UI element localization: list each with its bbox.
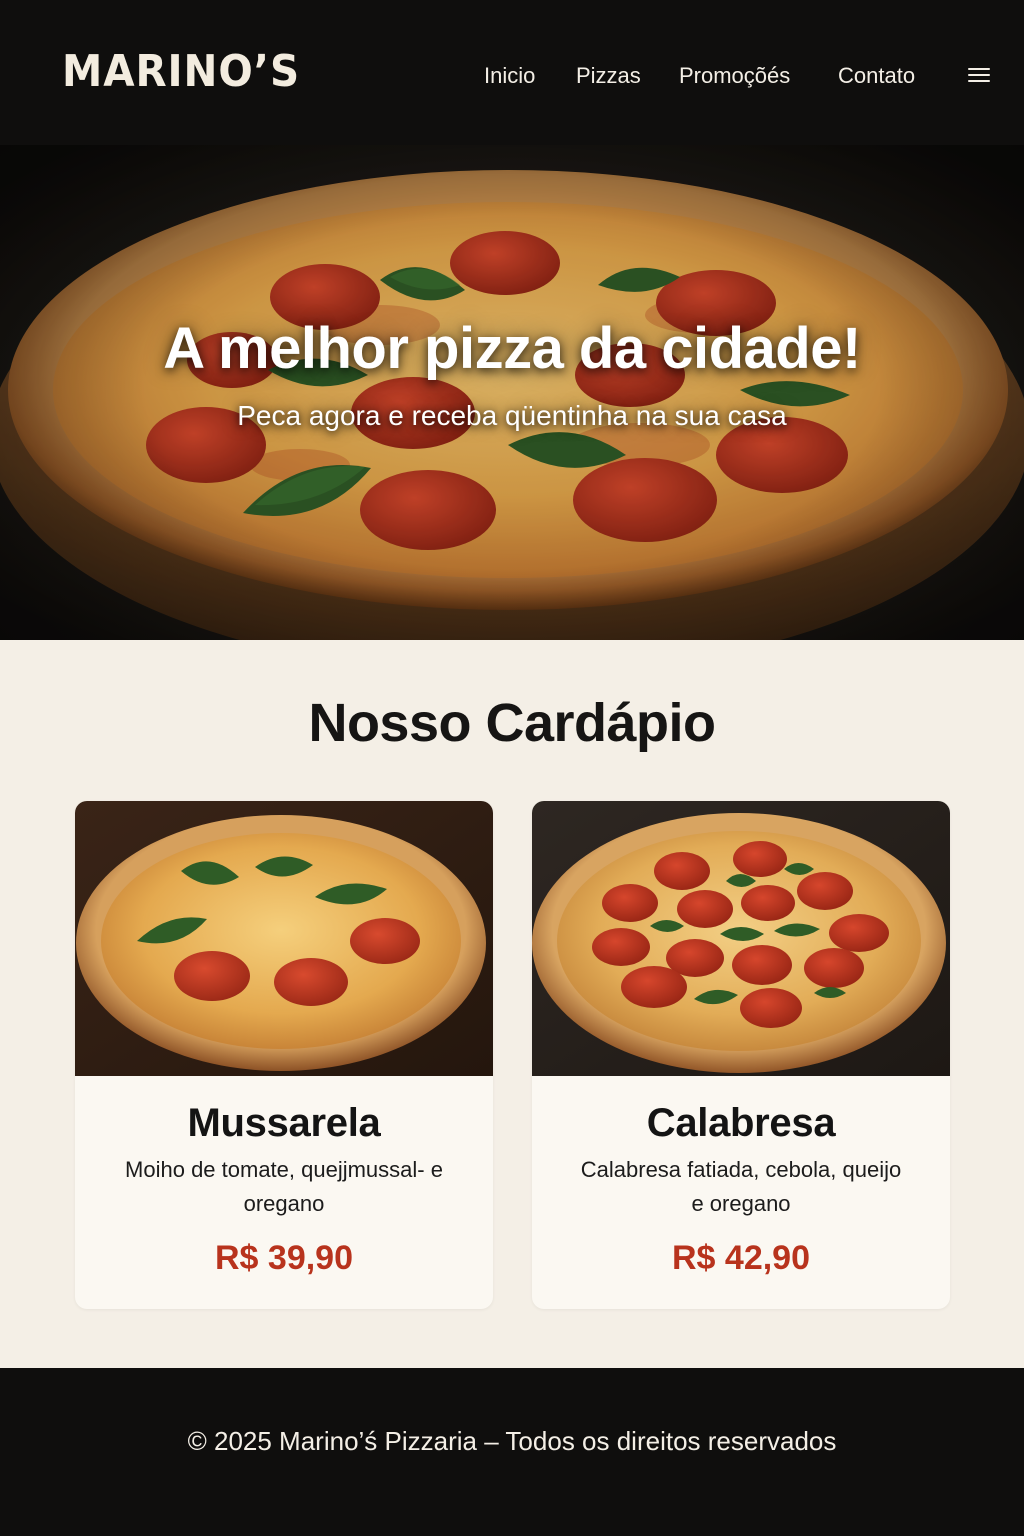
card-price: R$ 39,90 — [215, 1239, 353, 1277]
site-header: MARINO’S Inicio Pizzas Promoçõés Contato — [0, 0, 1024, 145]
hero-title: A melhor pizza da cidade! — [163, 316, 861, 381]
card-title: Mussarela — [187, 1101, 381, 1145]
nav-link-promocoes[interactable]: Promoçõés — [679, 60, 790, 92]
hero-pizza-image — [0, 145, 1024, 640]
nav-link-contato[interactable]: Contato — [838, 60, 915, 92]
calabresa-pizza-image — [532, 801, 950, 1076]
menu-card-mussarela[interactable]: Mussarela Moiho de tomate, quejjmussal- … — [75, 801, 493, 1309]
card-price: R$ 42,90 — [672, 1239, 810, 1277]
hamburger-icon[interactable] — [968, 64, 990, 86]
hero-subtitle: Peca agora e receba qüentinha na sua cas… — [237, 400, 787, 431]
site-footer: © 2025 Marino’ś Pizzaria – Todos os dire… — [0, 1368, 1024, 1536]
menu-section-title: Nosso Cardápio — [308, 693, 716, 753]
footer-copyright: © 2025 Marino’ś Pizzaria – Todos os dire… — [187, 1426, 837, 1456]
nav-link-pizzas[interactable]: Pizzas — [576, 60, 641, 92]
nav-link-inicio[interactable]: Inicio — [484, 60, 535, 92]
card-title: Calabresa — [646, 1101, 836, 1145]
mussarela-pizza-image — [75, 801, 493, 1076]
card-description: Moiho de tomate, quejjmussal- e oregano — [125, 1157, 443, 1216]
menu-card-calabresa[interactable]: Calabresa Calabresa fatiada, cebola, que… — [532, 801, 950, 1309]
hero-banner: A melhor pizza da cidade! Peca agora e r… — [0, 145, 1024, 640]
card-description: Calabresa fatiada, cebola, queijo e oreg… — [580, 1157, 902, 1216]
main-nav: Inicio Pizzas Promoçõés Contato — [0, 60, 1024, 92]
